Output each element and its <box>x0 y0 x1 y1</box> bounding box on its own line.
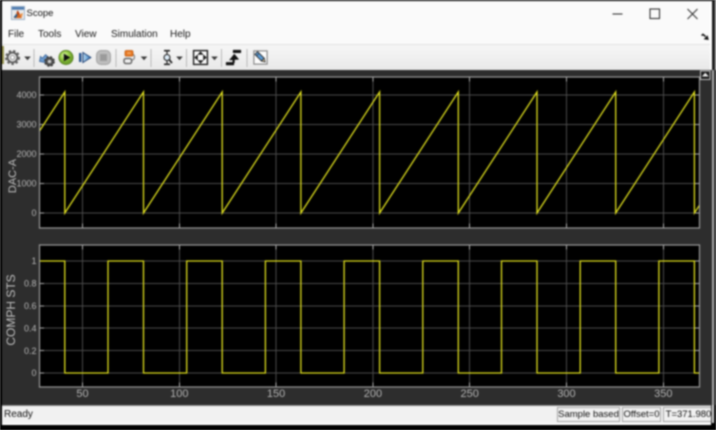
svg-text:300: 300 <box>557 388 575 400</box>
svg-text:3000: 3000 <box>16 120 36 130</box>
svg-text:200: 200 <box>364 388 382 400</box>
svg-text:COMPH STS: COMPH STS <box>4 274 18 345</box>
svg-text:1000: 1000 <box>16 179 36 189</box>
svg-text:100: 100 <box>170 388 188 400</box>
svg-text:0.6: 0.6 <box>24 301 37 311</box>
svg-text:0.8: 0.8 <box>24 279 37 289</box>
svg-text:0: 0 <box>31 208 36 218</box>
svg-text:50: 50 <box>76 388 88 400</box>
svg-text:250: 250 <box>461 388 479 400</box>
svg-text:350: 350 <box>654 388 672 400</box>
svg-text:0.2: 0.2 <box>24 346 37 356</box>
svg-text:2000: 2000 <box>16 149 36 159</box>
svg-text:150: 150 <box>267 388 285 400</box>
svg-text:1: 1 <box>31 256 36 266</box>
svg-text:0.4: 0.4 <box>24 323 37 333</box>
svg-text:0: 0 <box>31 368 36 378</box>
svg-text:4000: 4000 <box>16 90 36 100</box>
svg-text:DAC-A: DAC-A <box>7 158 19 193</box>
